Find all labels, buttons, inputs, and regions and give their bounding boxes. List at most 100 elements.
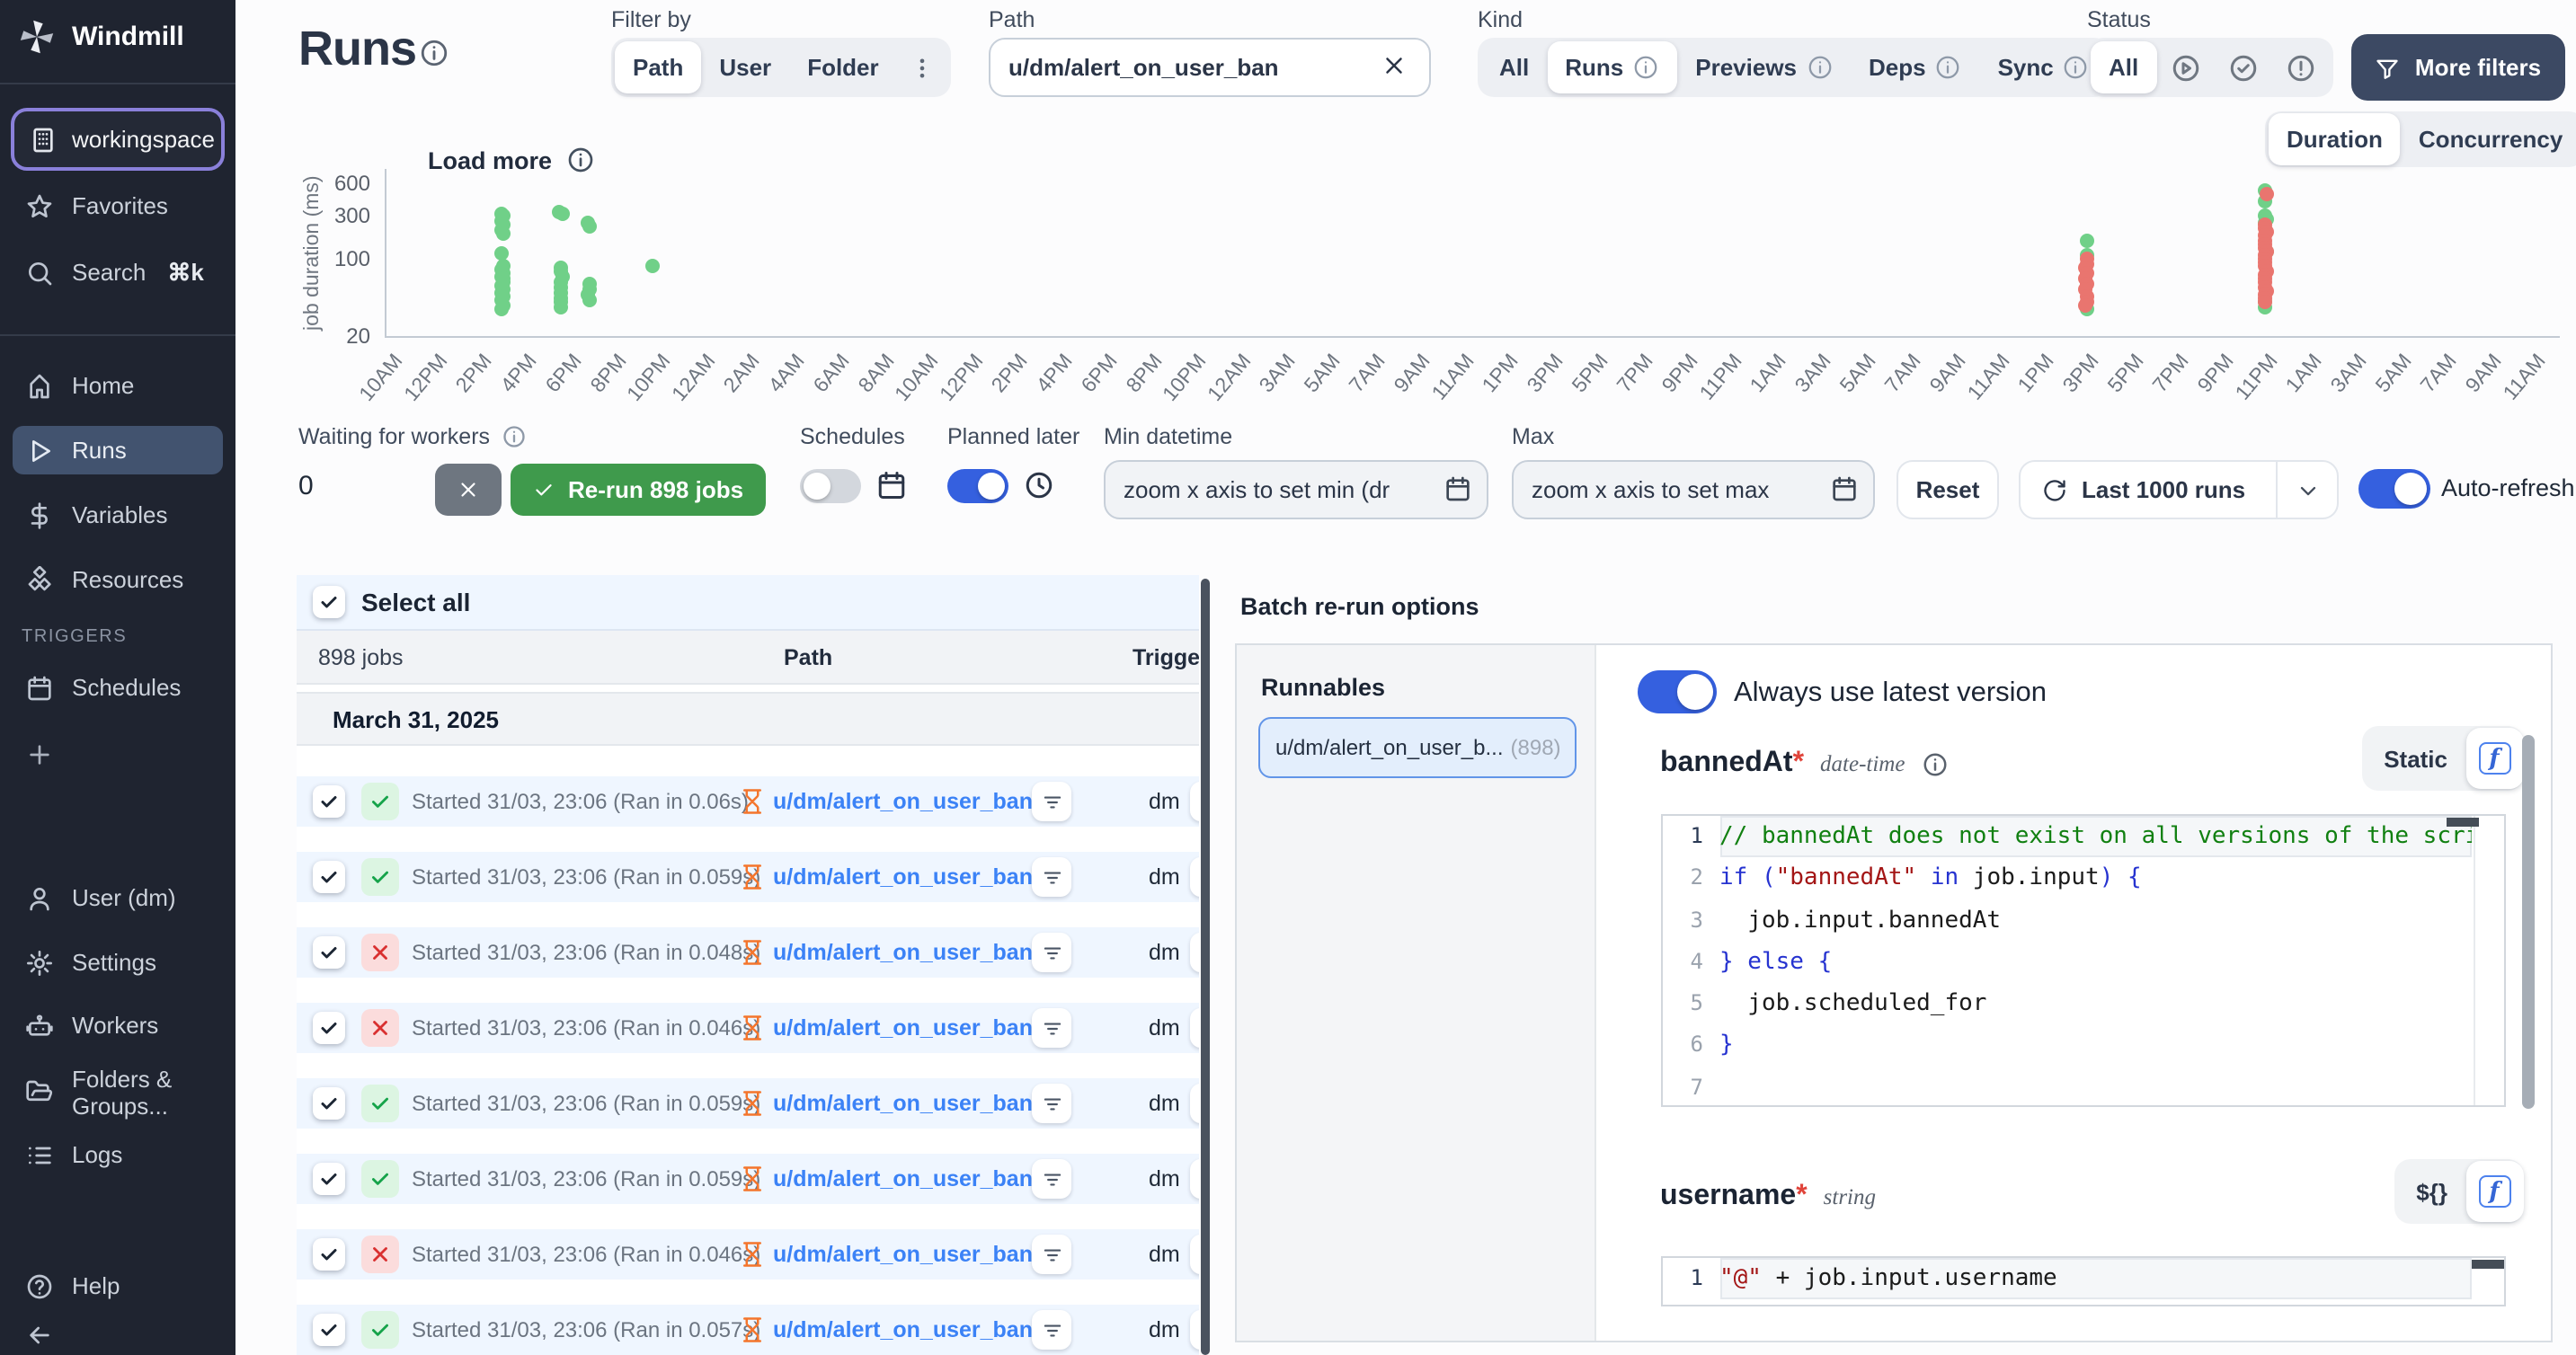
row-action-button[interactable]: [1190, 1159, 1199, 1199]
runs-info-icon[interactable]: [419, 38, 449, 68]
calendar-icon[interactable]: [1830, 474, 1859, 503]
min-datetime-input[interactable]: [1104, 460, 1488, 519]
schedules-toggle[interactable]: [800, 469, 861, 503]
filter-by-path-button[interactable]: [1032, 1235, 1071, 1274]
workspace-switcher[interactable]: workingspace: [11, 108, 225, 171]
select-all-checkbox[interactable]: [313, 586, 345, 618]
runnable-chip[interactable]: u/dm/alert_on_user_b... (898): [1257, 717, 1576, 778]
job-row[interactable]: Started 31/03, 23:06 (Ran in 0.048s) u/d…: [297, 927, 1199, 978]
status-option[interactable]: [2156, 41, 2214, 93]
job-row[interactable]: Started 31/03, 23:06 (Ran in 0.057s) u/d…: [297, 1305, 1199, 1355]
filter-by-path-button[interactable]: [1032, 782, 1071, 821]
editor-scrollbar[interactable]: [2446, 818, 2478, 827]
filter-by-path-button[interactable]: [1032, 1159, 1071, 1199]
sidebar-item[interactable]: Folders & Groups...: [13, 1067, 223, 1116]
panel-scrollbar[interactable]: [2521, 735, 2534, 1109]
bannedat-code-editor[interactable]: 1// bannedAt does not exist on all versi…: [1660, 814, 2505, 1107]
job-path-link[interactable]: u/dm/alert_on_user_ban: [773, 1317, 1033, 1342]
row-checkbox[interactable]: [313, 1314, 345, 1346]
calendar-icon[interactable]: [1443, 474, 1472, 503]
row-checkbox[interactable]: [313, 785, 345, 818]
row-checkbox[interactable]: [313, 861, 345, 893]
filter-by-path-button[interactable]: [1032, 1008, 1071, 1048]
row-checkbox[interactable]: [313, 1163, 345, 1195]
rerun-jobs-button[interactable]: Re-run 898 jobs: [511, 464, 765, 516]
sidebar-nav-item[interactable]: Variables: [13, 491, 223, 539]
cancel-selection-button[interactable]: [435, 464, 502, 516]
planned-later-toggle[interactable]: [947, 469, 1008, 503]
job-row[interactable]: Started 31/03, 23:06 (Ran in 0.059s) u/d…: [297, 1078, 1199, 1129]
sidebar-item[interactable]: Logs: [13, 1130, 223, 1179]
info-icon[interactable]: [1921, 750, 1948, 777]
filter-by-path-button[interactable]: [1032, 857, 1071, 897]
row-checkbox[interactable]: [313, 1087, 345, 1120]
path-filter-input[interactable]: [989, 38, 1431, 97]
kind-option[interactable]: Previews: [1677, 41, 1851, 93]
more-filters-button[interactable]: More filters: [2351, 34, 2565, 101]
job-row[interactable]: Started 31/03, 23:06 (Ran in 0.046s) u/d…: [297, 1229, 1199, 1280]
row-checkbox[interactable]: [313, 1238, 345, 1271]
add-trigger-button[interactable]: [13, 730, 223, 778]
chart-tab[interactable]: Duration: [2269, 113, 2401, 165]
filter-by-option[interactable]: User: [701, 41, 789, 93]
filter-by-path-button[interactable]: [1032, 933, 1071, 972]
username-code-editor[interactable]: 1"@" + job.input.username: [1660, 1256, 2505, 1306]
status-option-all[interactable]: All: [2091, 41, 2156, 93]
job-path-link[interactable]: u/dm/alert_on_user_ban: [773, 789, 1033, 814]
status-option[interactable]: [2214, 41, 2271, 93]
mode-static-label[interactable]: Static: [2384, 745, 2447, 772]
help-button[interactable]: Help: [13, 1262, 223, 1310]
row-action-button[interactable]: [1190, 782, 1199, 821]
row-action-button[interactable]: [1190, 1008, 1199, 1048]
filter-by-option[interactable]: Path: [615, 41, 701, 93]
mode-template-label[interactable]: ${}: [2416, 1178, 2447, 1205]
job-path-link[interactable]: u/dm/alert_on_user_ban: [773, 1015, 1033, 1041]
editor-scrollbar[interactable]: [2471, 1260, 2503, 1269]
row-action-button[interactable]: [1190, 857, 1199, 897]
row-action-button[interactable]: [1190, 933, 1199, 972]
kind-option[interactable]: All: [1481, 41, 1547, 93]
job-row[interactable]: Started 31/03, 23:06 (Ran in 0.059s) u/d…: [297, 852, 1199, 902]
row-action-button[interactable]: [1190, 1235, 1199, 1274]
clear-path-icon[interactable]: [1381, 52, 1408, 79]
filter-by-more-button[interactable]: [897, 41, 947, 93]
auto-refresh-toggle[interactable]: [2358, 469, 2430, 509]
job-row[interactable]: Started 31/03, 23:06 (Ran in 0.06s) u/dm…: [297, 776, 1199, 827]
kind-option[interactable]: Deps: [1851, 41, 1980, 93]
chart-tab[interactable]: Concurrency: [2401, 113, 2576, 165]
sidebar-item[interactable]: Favorites: [13, 182, 223, 230]
job-path-link[interactable]: u/dm/alert_on_user_ban: [773, 1091, 1033, 1116]
row-action-button[interactable]: [1190, 1084, 1199, 1123]
refresh-dropdown-button[interactable]: [2276, 462, 2337, 518]
javascript-mode-button[interactable]: f: [2465, 1161, 2523, 1222]
sidebar-nav-item[interactable]: Resources: [13, 555, 223, 604]
sidebar-nav-item[interactable]: Runs: [13, 426, 223, 474]
chart-plot-area[interactable]: [385, 169, 2560, 338]
reset-button[interactable]: Reset: [1896, 460, 1999, 519]
job-row[interactable]: Started 31/03, 23:06 (Ran in 0.046s) u/d…: [297, 1003, 1199, 1053]
job-row[interactable]: Started 31/03, 23:06 (Ran in 0.059s) u/d…: [297, 1154, 1199, 1204]
job-path-link[interactable]: u/dm/alert_on_user_ban: [773, 864, 1033, 890]
job-path-link[interactable]: u/dm/alert_on_user_ban: [773, 1166, 1033, 1191]
list-scrollbar[interactable]: [1200, 579, 1210, 1355]
refresh-runs-button[interactable]: Last 1000 runs: [2019, 460, 2339, 519]
filter-by-path-button[interactable]: [1032, 1310, 1071, 1350]
job-path-link[interactable]: u/dm/alert_on_user_ban: [773, 940, 1033, 965]
sidebar-item[interactable]: Settings: [13, 938, 223, 987]
collapse-sidebar-button[interactable]: [13, 1310, 223, 1355]
sidebar-item[interactable]: Search ⌘k: [13, 248, 223, 297]
sidebar-item[interactable]: User (dm): [13, 873, 223, 922]
filter-by-path-button[interactable]: [1032, 1084, 1071, 1123]
row-checkbox[interactable]: [313, 1012, 345, 1044]
row-checkbox[interactable]: [313, 936, 345, 969]
filter-by-option[interactable]: Folder: [789, 41, 896, 93]
max-datetime-input[interactable]: [1512, 460, 1875, 519]
status-option[interactable]: [2271, 41, 2329, 93]
kind-option[interactable]: Runs: [1547, 41, 1677, 93]
sidebar-item-schedules[interactable]: Schedules: [13, 663, 223, 712]
row-action-button[interactable]: [1190, 1310, 1199, 1350]
sidebar-nav-item[interactable]: Home: [13, 361, 223, 410]
job-path-link[interactable]: u/dm/alert_on_user_ban: [773, 1242, 1033, 1267]
sidebar-item[interactable]: Workers: [13, 1001, 223, 1049]
always-latest-toggle[interactable]: [1637, 670, 1716, 713]
